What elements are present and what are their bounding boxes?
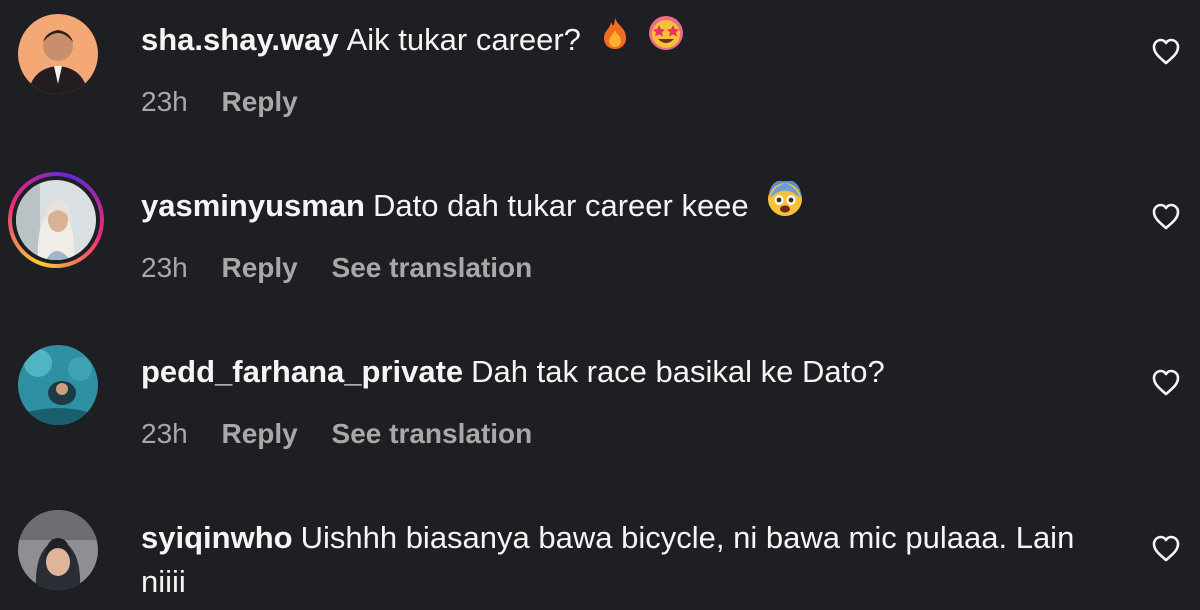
avatar-image [18, 510, 98, 590]
comment-text: sha.shay.way Aik tukar career? [141, 15, 1101, 66]
comment-body: Aik tukar career? [346, 22, 581, 58]
story-ring[interactable] [8, 172, 104, 268]
comment-body: Dato dah tukar career keee [373, 188, 749, 224]
comment-text: syiqinwho Uishhh biasanya bawa bicycle, n… [141, 516, 1101, 604]
heart-icon[interactable] [1150, 367, 1182, 397]
fire-emoji [600, 16, 630, 62]
comment-text: yasminyusman Dato dah tukar career keee [141, 179, 1101, 232]
see-translation-button[interactable]: See translation [332, 418, 533, 449]
timestamp: 23h [141, 86, 188, 117]
avatar-image [16, 180, 96, 260]
username[interactable]: syiqinwho [141, 520, 293, 555]
username[interactable]: pedd_farhana_private [141, 354, 463, 389]
avatar[interactable] [16, 180, 96, 260]
timestamp: 23h [141, 252, 188, 283]
comment-body: Dah tak race basikal ke Dato? [471, 354, 885, 389]
star-struck-emoji [648, 15, 684, 63]
reply-button[interactable]: Reply [222, 86, 298, 117]
comment-meta: 23h Reply [141, 86, 324, 118]
reply-button[interactable]: Reply [222, 418, 298, 449]
heart-icon[interactable] [1150, 533, 1182, 563]
timestamp: 23h [141, 418, 188, 449]
see-translation-button[interactable]: See translation [332, 252, 533, 283]
reply-button[interactable]: Reply [222, 252, 298, 283]
heart-icon[interactable] [1150, 36, 1182, 66]
fearful-face-emoji [767, 179, 803, 229]
avatar[interactable] [18, 14, 98, 94]
heart-icon[interactable] [1150, 201, 1182, 231]
username[interactable]: yasminyusman [141, 188, 365, 223]
comment-meta: 23h Reply See translation [141, 418, 558, 450]
avatar[interactable] [18, 510, 98, 590]
comment-text: pedd_farhana_private Dah tak race basikal… [141, 350, 1101, 394]
username[interactable]: sha.shay.way [141, 22, 339, 57]
comment-meta: 23h Reply See translation [141, 252, 558, 284]
avatar[interactable] [18, 345, 98, 425]
avatar-image [18, 14, 98, 94]
avatar-image [18, 345, 98, 425]
